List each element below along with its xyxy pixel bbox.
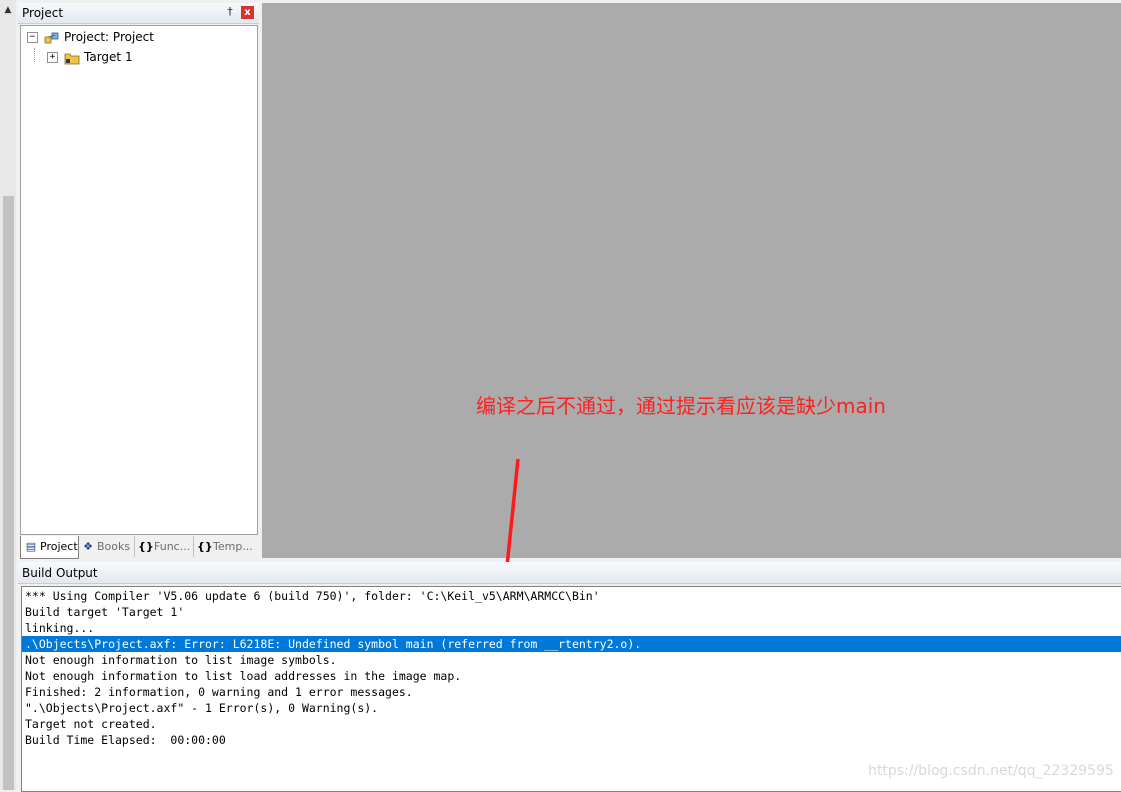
tree-item-project[interactable]: − Project: Project bbox=[27, 28, 154, 46]
project-panel: Project † x − Project: Project + Target … bbox=[18, 3, 259, 560]
annotation-text: 编译之后不通过，通过提示看应该是缺少main bbox=[476, 394, 886, 418]
target-folder-icon bbox=[64, 53, 80, 64]
left-scrollbar[interactable]: ▲ bbox=[0, 0, 16, 790]
tree-item-target[interactable]: + Target 1 bbox=[47, 48, 133, 66]
collapse-icon[interactable]: − bbox=[27, 32, 38, 43]
tab-label: Books bbox=[97, 540, 131, 553]
scroll-up-arrow-icon[interactable]: ▲ bbox=[0, 0, 16, 20]
tab-label: Func... bbox=[154, 540, 191, 553]
tree-connector bbox=[34, 48, 36, 62]
tab-project[interactable]: ▤ Project bbox=[20, 536, 79, 559]
build-output-header: Build Output bbox=[18, 562, 1121, 584]
build-output-log[interactable]: *** Using Compiler 'V5.06 update 6 (buil… bbox=[21, 586, 1121, 792]
tab-templates[interactable]: {}Temp... bbox=[194, 536, 256, 557]
output-line[interactable]: Not enough information to list image sym… bbox=[22, 652, 1121, 668]
output-line[interactable]: Build target 'Target 1' bbox=[22, 604, 1121, 620]
project-panel-tabs: ▤ Project ❖ Books {}Func... {}Temp... bbox=[20, 536, 256, 559]
watermark: https://blog.csdn.net/qq_22329595 bbox=[868, 763, 1114, 779]
functions-icon: {} bbox=[138, 540, 154, 553]
tree-item-label: Project: Project bbox=[64, 30, 154, 44]
tab-label: Temp... bbox=[213, 540, 253, 553]
build-output-panel: Build Output *** Using Compiler 'V5.06 u… bbox=[18, 562, 1121, 792]
expand-icon[interactable]: + bbox=[47, 52, 58, 63]
close-icon[interactable]: x bbox=[241, 6, 254, 19]
output-line[interactable]: Finished: 2 information, 0 warning and 1… bbox=[22, 684, 1121, 700]
pin-icon[interactable]: † bbox=[223, 5, 237, 19]
output-line[interactable]: *** Using Compiler 'V5.06 update 6 (buil… bbox=[22, 588, 1121, 604]
output-line-error-selected[interactable]: .\Objects\Project.axf: Error: L6218E: Un… bbox=[22, 636, 1121, 652]
templates-icon: {} bbox=[197, 540, 213, 553]
tab-label: Project bbox=[40, 540, 78, 553]
tab-functions[interactable]: {}Func... bbox=[135, 536, 194, 557]
project-panel-title: Project bbox=[22, 6, 64, 20]
output-line[interactable]: ".\Objects\Project.axf" - 1 Error(s), 0 … bbox=[22, 700, 1121, 716]
scroll-thumb[interactable] bbox=[3, 196, 14, 790]
project-panel-header: Project † x bbox=[18, 3, 259, 24]
editor-area bbox=[262, 3, 1121, 558]
tree-item-label: Target 1 bbox=[84, 50, 133, 64]
tab-books[interactable]: ❖ Books bbox=[78, 536, 135, 557]
output-line[interactable]: Not enough information to list load addr… bbox=[22, 668, 1121, 684]
output-line[interactable]: Build Time Elapsed: 00:00:00 bbox=[22, 732, 1121, 748]
project-icon bbox=[44, 32, 59, 43]
books-icon: ❖ bbox=[83, 540, 93, 553]
build-output-title: Build Output bbox=[22, 566, 98, 580]
output-line[interactable]: linking... bbox=[22, 620, 1121, 636]
project-tree: − Project: Project + Target 1 bbox=[20, 25, 258, 535]
output-line[interactable]: Target not created. bbox=[22, 716, 1121, 732]
project-tab-icon: ▤ bbox=[25, 540, 37, 553]
